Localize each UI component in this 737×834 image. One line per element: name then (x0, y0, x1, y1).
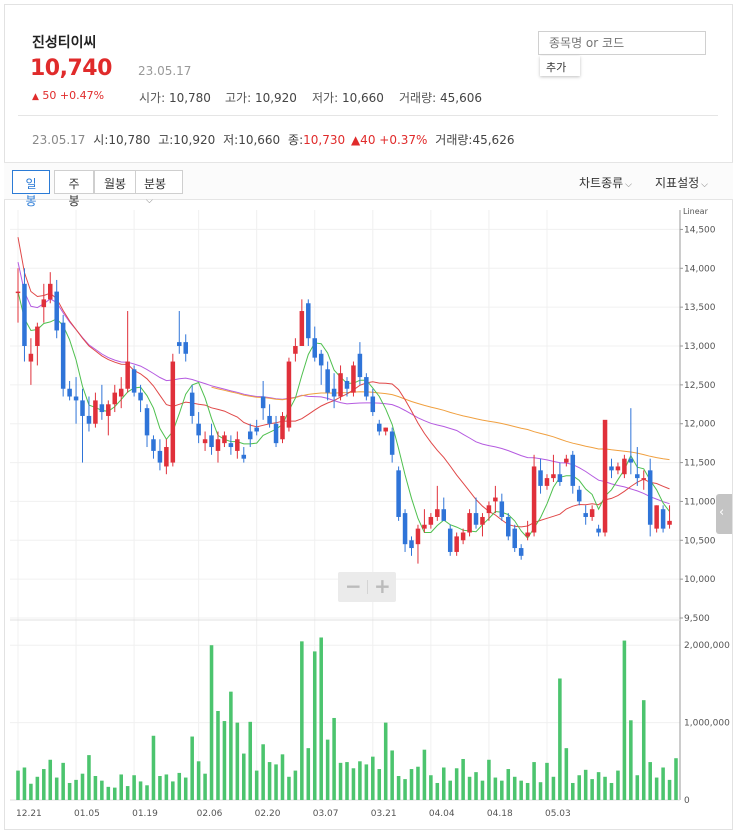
low-price: 저가: 10,660 (312, 91, 384, 105)
change-percent: +0.47% (59, 89, 105, 102)
high-price: 고가: 10,920 (225, 91, 297, 105)
current-price: 10,740 (30, 56, 112, 81)
volume-value: 거래량: 45,606 (399, 91, 482, 105)
tab-minute[interactable]: 분봉⌵ (135, 170, 183, 206)
tab-weekly[interactable]: 주봉 (54, 170, 94, 208)
quote-date: 23.05.17 (138, 64, 192, 78)
stock-name: 진성티이씨 (32, 35, 97, 51)
chevron-down-icon: ⌵ (146, 196, 153, 206)
price-change: ▲ 50 +0.47% (32, 89, 104, 102)
zoom-in-button[interactable]: + (374, 574, 391, 598)
change-value: 50 (42, 89, 57, 102)
crosshair-info: 23.05.17 시:10,780 고:10,920 저:10,660 종:10… (32, 133, 515, 147)
chevron-left-icon: ‹ (719, 505, 725, 520)
add-button[interactable]: 추가 (540, 56, 580, 76)
tab-monthly[interactable]: 월봉 (94, 170, 136, 194)
open-price: 시가: 10,780 (139, 91, 211, 105)
up-arrow-icon: ▲ (32, 92, 39, 102)
panel-toggle-handle[interactable]: ‹ (716, 494, 732, 534)
chevron-down-icon: ⌵ (625, 180, 632, 190)
zoom-control: − + (338, 572, 396, 602)
zoom-out-button[interactable]: − (345, 574, 362, 598)
stock-search-input[interactable] (538, 31, 706, 55)
chart-widget (4, 4, 733, 830)
chevron-down-icon: ⌵ (701, 180, 708, 190)
chart-type-dropdown[interactable]: 차트종류 ⌵ (579, 174, 632, 191)
chart-toolbar: 일봉 주봉 월봉 분봉⌵ 차트종류 ⌵ 지표설정 ⌵ (4, 162, 733, 208)
indicator-settings-dropdown[interactable]: 지표설정 ⌵ (655, 174, 708, 191)
tab-daily[interactable]: 일봉 (12, 170, 50, 208)
divider (18, 115, 718, 116)
